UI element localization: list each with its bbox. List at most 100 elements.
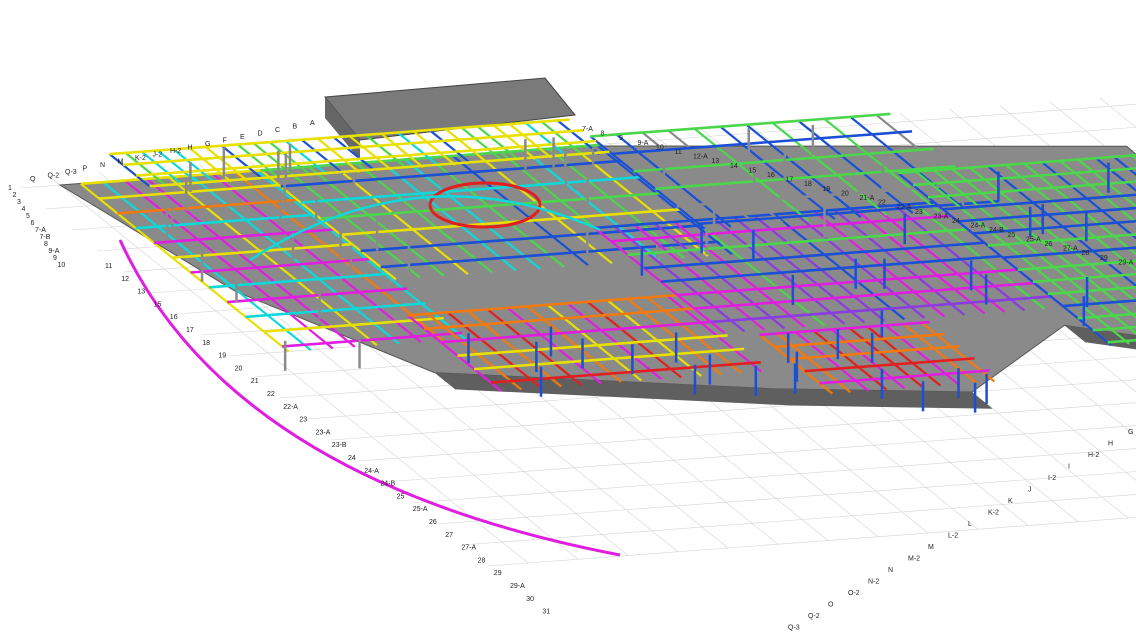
grid-label-back-letters: B xyxy=(293,124,298,131)
grid-label-back: 20 xyxy=(841,190,849,197)
grid-label-back-letters: Q xyxy=(30,176,36,183)
grid-line xyxy=(487,517,1136,567)
grid-label-back: 24 xyxy=(952,218,960,225)
grid-label-front: 11 xyxy=(105,263,112,270)
grid-label-front: 23 xyxy=(299,417,307,424)
model-3d-viewport[interactable]: 1234567-A7-B89-A910 111213151617181920212… xyxy=(0,0,1136,639)
grid-label-left: 10 xyxy=(58,262,66,269)
grid-label-right: H xyxy=(1108,441,1113,448)
grid-label-front: 26 xyxy=(429,519,437,526)
grid-label-back-letters: H xyxy=(188,145,193,152)
grid-label-back-letters: E xyxy=(240,134,245,141)
grid-label-right: N xyxy=(888,567,893,574)
grid-label-right: M xyxy=(928,544,934,551)
grid-label-left: 6 xyxy=(31,220,35,227)
grid-label-back: 9 xyxy=(619,135,623,142)
grid-line xyxy=(461,494,1136,546)
grid-label-back: 25 xyxy=(1008,232,1016,239)
grid-label-back: 12-A xyxy=(693,154,708,161)
grid-label-back-letters: H-2 xyxy=(170,148,181,155)
grid-label-back: 22 xyxy=(878,200,886,207)
grid-label-right: Q-3 xyxy=(788,625,800,632)
grid-label-back-letters: M xyxy=(118,159,124,166)
grid-label-front: 25 xyxy=(397,493,405,500)
grid-label-left: 9-A xyxy=(49,248,60,255)
grid-label-back-letters: Q-3 xyxy=(65,169,77,176)
grid-label-back-letters: D xyxy=(258,131,263,138)
grid-label-back-letters: C xyxy=(275,127,280,134)
grid-label-back: 29-A xyxy=(1119,259,1134,266)
grid-label-back: 16 xyxy=(767,172,775,179)
grid-label-back: 17 xyxy=(786,177,794,184)
grid-label-back: 24-B xyxy=(989,227,1004,234)
grid-label-front: 23-A xyxy=(316,429,331,436)
grid-label-back: 23 xyxy=(915,209,923,216)
grid-label-front: 12 xyxy=(121,276,129,283)
grid-label-back: 25-A xyxy=(1026,236,1041,243)
grid-label-front: 27 xyxy=(445,532,453,539)
grid-label-left: 8 xyxy=(44,241,48,248)
grid-label-back: 14 xyxy=(730,163,738,170)
grid-label-front: 23-B xyxy=(332,442,347,449)
grid-label-front: 28 xyxy=(478,557,486,564)
grid-label-back: 11 xyxy=(675,149,682,156)
grid-label-back-letters: K-2 xyxy=(135,155,146,162)
grid-label-back: 7-A xyxy=(582,126,593,133)
grid-label-front: 29 xyxy=(494,570,502,577)
grid-label-right: Q-2 xyxy=(808,613,820,620)
grid-label-front: 20 xyxy=(235,365,243,372)
grid-label-back: 10 xyxy=(656,144,664,151)
grid-label-right: K xyxy=(1008,498,1013,505)
grid-label-front: 22 xyxy=(267,391,275,398)
grid-label-back-letters: P xyxy=(83,166,88,173)
grid-label-back: 8 xyxy=(601,131,605,138)
grid-label-back: 24-A xyxy=(971,223,986,230)
grid-label-right: O-2 xyxy=(848,590,860,597)
grid-label-back: 29 xyxy=(1100,255,1108,262)
grid-label-back: 22-A xyxy=(897,204,912,211)
grid-label-right: L xyxy=(968,521,972,528)
grid-label-right: H-2 xyxy=(1088,452,1099,459)
grid-label-front: 30 xyxy=(526,596,534,603)
grid-label-front: 13 xyxy=(137,289,145,296)
grid-label-front: 29-A xyxy=(510,583,525,590)
grid-label-back-letters: Q-2 xyxy=(48,173,60,180)
grid-label-back-letters: F xyxy=(223,138,227,145)
grid-label-front: 17 xyxy=(186,327,194,334)
grid-label-back: 28 xyxy=(1082,250,1090,257)
grid-label-back-letters: N xyxy=(100,162,105,169)
grid-label-right: K-2 xyxy=(988,510,999,517)
grid-label-back: 21-A xyxy=(860,195,875,202)
slab-edge xyxy=(1064,325,1136,350)
grid-label-back: 26 xyxy=(1045,241,1053,248)
grid-label-right: I xyxy=(1068,464,1070,471)
grid-label-front: 15 xyxy=(154,301,162,308)
grid-label-back: 23-A xyxy=(934,213,949,220)
grid-label-left: 7-A xyxy=(35,227,46,234)
grid-label-left: 2 xyxy=(13,192,17,199)
grid-label-left: 7-B xyxy=(40,234,51,241)
upper-block xyxy=(324,77,576,141)
grid-label-right: N-2 xyxy=(868,579,879,586)
grid-label-front: 24-B xyxy=(380,481,395,488)
grid-line xyxy=(435,471,1136,525)
grid-label-front: 18 xyxy=(202,340,210,347)
grid-label-back: 13 xyxy=(712,158,720,165)
grid-label-right: I-2 xyxy=(1048,475,1056,482)
grid-label-front: 22-A xyxy=(283,404,298,411)
grid-label-back-letters: A xyxy=(310,120,315,127)
grid-label-back-letters: G xyxy=(205,141,210,148)
grid-label-front: 24-A xyxy=(364,468,379,475)
grid-label-right: M-2 xyxy=(908,556,920,563)
grid-label-front: 16 xyxy=(170,314,178,321)
grid-label-back: 9-A xyxy=(638,140,649,147)
grid-label-left: 5 xyxy=(26,213,30,220)
grid-label-back: 27-A xyxy=(1063,246,1078,253)
grid-label-front: 24 xyxy=(348,455,356,462)
grid-label-left: 3 xyxy=(17,199,21,206)
grid-label-right: L-2 xyxy=(948,533,958,540)
grid-label-back-letters: J-2 xyxy=(153,152,163,159)
girder xyxy=(590,112,891,138)
grid-label-front: 25-A xyxy=(413,506,428,513)
grid-label-left: 4 xyxy=(22,206,26,213)
